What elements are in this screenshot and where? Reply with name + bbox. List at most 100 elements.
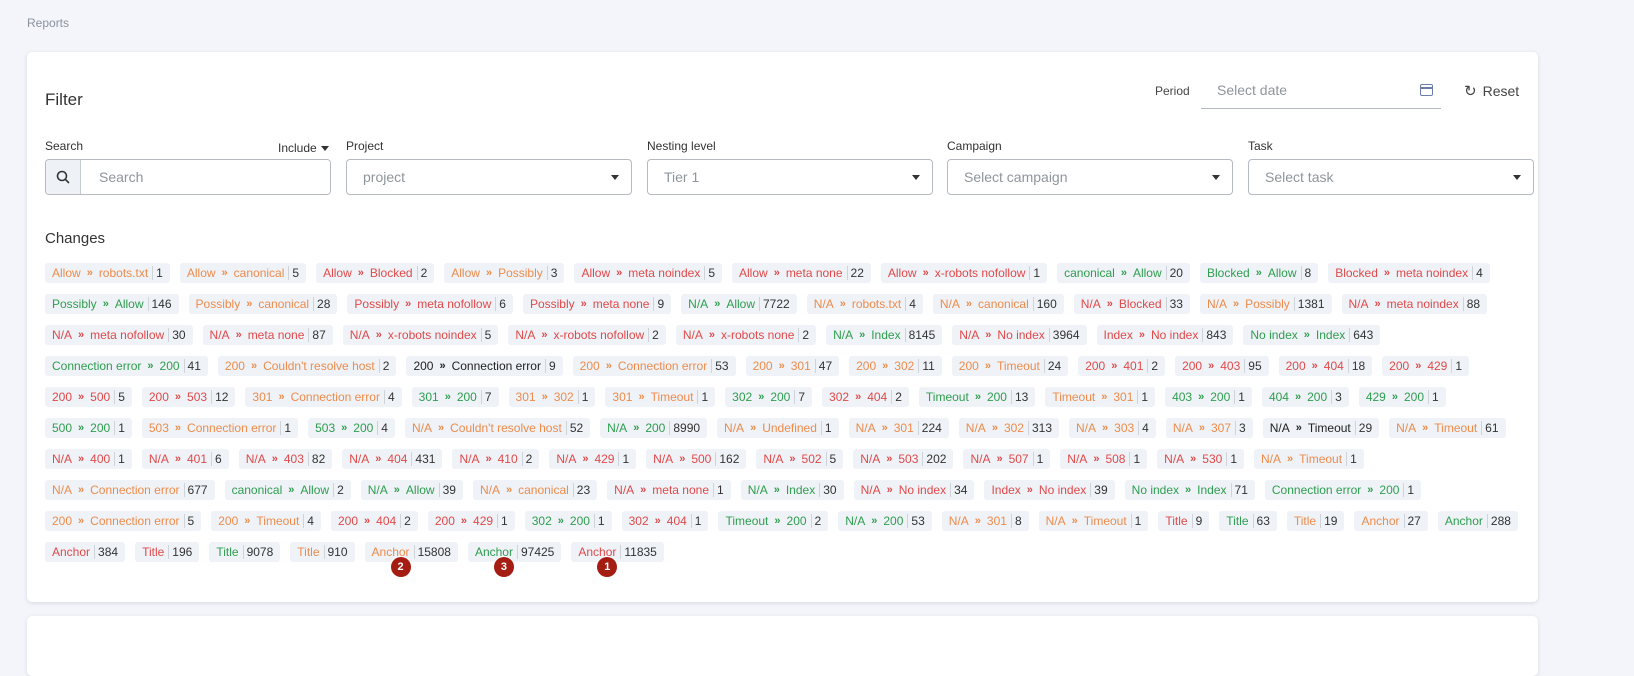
change-chip[interactable]: 301 » 302 1	[508, 387, 596, 407]
change-chip[interactable]: N/A » 507 1	[963, 449, 1051, 469]
change-chip[interactable]: 200 » Connection error 53	[572, 356, 736, 376]
change-chip[interactable]: Allow » meta noindex 5	[574, 263, 722, 283]
change-chip[interactable]: N/A » 400 1	[45, 449, 132, 469]
change-chip[interactable]: N/A » Index 8145	[826, 325, 943, 345]
change-chip[interactable]: N/A » Timeout 1	[1038, 511, 1149, 531]
change-chip[interactable]: Index » No index 39	[984, 480, 1115, 500]
change-chip[interactable]: canonical » Allow 20	[1057, 263, 1190, 283]
change-chip[interactable]: N/A » 503 202	[853, 449, 954, 469]
change-chip[interactable]: Blocked » meta noindex 4	[1328, 263, 1490, 283]
change-chip[interactable]: 503 » Connection error 1	[141, 418, 299, 438]
change-chip[interactable]: No index » Index 643	[1243, 325, 1381, 345]
change-chip[interactable]: 500 » 200 1	[45, 418, 132, 438]
change-chip[interactable]: N/A » Index 30	[740, 480, 844, 500]
nesting-level-select[interactable]: Tier 1	[647, 159, 933, 195]
change-chip[interactable]: N/A » Blocked 33	[1073, 294, 1190, 314]
change-chip[interactable]: 200 » 429 1	[427, 511, 515, 531]
change-chip[interactable]: N/A » 429 1	[549, 449, 637, 469]
change-chip[interactable]: N/A » canonical 160	[932, 294, 1064, 314]
change-chip[interactable]: N/A » 404 431	[342, 449, 443, 469]
change-chip[interactable]: 404 » 200 3	[1261, 387, 1349, 407]
change-chip[interactable]: N/A » 303 4	[1069, 418, 1156, 438]
change-chip[interactable]: N/A » Timeout 29	[1262, 418, 1380, 438]
change-chip[interactable]: 200 » 403 95	[1175, 356, 1269, 376]
change-chip[interactable]: 200 » 302 11	[849, 356, 942, 376]
change-chip[interactable]: Allow » canonical 5	[179, 263, 307, 283]
change-chip[interactable]: Anchor 97425 3	[467, 542, 562, 577]
change-chip[interactable]: Title 9	[1158, 511, 1210, 531]
change-chip[interactable]: 301 » Connection error 4	[245, 387, 402, 407]
change-chip[interactable]: 200 » Timeout 24	[951, 356, 1069, 376]
change-chip[interactable]: Anchor 11835 1	[571, 542, 664, 577]
change-chip[interactable]: N/A » 301 8	[941, 511, 1029, 531]
change-chip[interactable]: Title 19	[1286, 511, 1345, 531]
change-chip[interactable]: 302 » 404 2	[822, 387, 909, 407]
change-chip[interactable]: canonical » Allow 2	[224, 480, 351, 500]
change-chip[interactable]: N/A » 403 82	[238, 449, 333, 469]
change-chip[interactable]: N/A » 301 224	[848, 418, 949, 438]
change-chip[interactable]: N/A » 401 6	[141, 449, 229, 469]
change-chip[interactable]: 200 » 404 18	[1278, 356, 1373, 376]
change-chip[interactable]: 200 » 429 1	[1382, 356, 1470, 376]
change-chip[interactable]: Allow » Blocked 2	[316, 263, 435, 283]
change-chip[interactable]: Title 63	[1219, 511, 1277, 531]
change-chip[interactable]: 301 » 200 7	[411, 387, 499, 407]
change-chip[interactable]: Anchor 27	[1354, 511, 1428, 531]
change-chip[interactable]: N/A » meta noindex 88	[1341, 294, 1488, 314]
change-chip[interactable]: N/A » robots.txt 4	[806, 294, 923, 314]
change-chip[interactable]: Allow » x-robots nofollow 1	[880, 263, 1048, 283]
change-chip[interactable]: Timeout » 301 1	[1045, 387, 1156, 407]
change-chip[interactable]: 403 » 200 1	[1165, 387, 1252, 407]
change-chip[interactable]: N/A » Undefined 1	[717, 418, 839, 438]
change-chip[interactable]: N/A » Timeout 61	[1389, 418, 1506, 438]
change-chip[interactable]: Connection error » 200 41	[45, 356, 208, 376]
change-chip[interactable]: 200 » 301 47	[745, 356, 840, 376]
change-chip[interactable]: N/A » x-robots none 2	[675, 325, 817, 345]
change-chip[interactable]: Possibly » meta none 9	[522, 294, 672, 314]
change-chip[interactable]: N/A » x-robots noindex 5	[342, 325, 499, 345]
change-chip[interactable]: 200 » 404 2	[330, 511, 418, 531]
change-chip[interactable]: N/A » No index 3964	[952, 325, 1087, 345]
change-chip[interactable]: N/A » No index 34	[853, 480, 975, 500]
change-chip[interactable]: Possibly » canonical 28	[188, 294, 338, 314]
change-chip[interactable]: N/A » Allow 39	[360, 480, 463, 500]
breadcrumb[interactable]: Reports	[27, 16, 69, 30]
include-dropdown[interactable]: Include	[278, 141, 329, 155]
change-chip[interactable]: Timeout » 200 13	[918, 387, 1036, 407]
change-chip[interactable]: N/A » meta nofollow 30	[45, 325, 193, 345]
change-chip[interactable]: Allow » Possibly 3	[444, 263, 565, 283]
date-picker[interactable]: Select date	[1201, 74, 1441, 109]
change-chip[interactable]: Possibly » Allow 146	[45, 294, 179, 314]
change-chip[interactable]: N/A » 500 162	[646, 449, 747, 469]
change-chip[interactable]: N/A » 200 53	[838, 511, 932, 531]
change-chip[interactable]: 200 » 401 2	[1078, 356, 1166, 376]
change-chip[interactable]: N/A » 508 1	[1060, 449, 1148, 469]
change-chip[interactable]: N/A » Allow 7722	[681, 294, 797, 314]
calendar-icon[interactable]	[1420, 84, 1433, 96]
project-select[interactable]: project	[346, 159, 632, 195]
change-chip[interactable]: Title 9078	[209, 542, 281, 562]
change-chip[interactable]: Timeout » 200 2	[718, 511, 829, 531]
change-chip[interactable]: N/A » 302 313	[958, 418, 1059, 438]
change-chip[interactable]: Anchor 384	[45, 542, 126, 562]
change-chip[interactable]: 200 » 503 12	[141, 387, 236, 407]
change-chip[interactable]: N/A » Couldn't resolve host 52	[404, 418, 591, 438]
change-chip[interactable]: Blocked » Allow 8	[1199, 263, 1319, 283]
search-icon[interactable]	[46, 160, 81, 194]
reset-button[interactable]: ↻ Reset	[1464, 82, 1519, 100]
change-chip[interactable]: N/A » 530 1	[1157, 449, 1245, 469]
change-chip[interactable]: N/A » 200 8990	[600, 418, 708, 438]
change-chip[interactable]: 200 » 500 5	[45, 387, 132, 407]
change-chip[interactable]: 503 » 200 4	[308, 418, 395, 438]
change-chip[interactable]: Allow » robots.txt 1	[45, 263, 170, 283]
change-chip[interactable]: No index » Index 71	[1124, 480, 1255, 500]
change-chip[interactable]: N/A » canonical 23	[472, 480, 598, 500]
change-chip[interactable]: N/A » meta none 87	[202, 325, 333, 345]
change-chip[interactable]: 200 » Connection error 5	[45, 511, 202, 531]
change-chip[interactable]: 429 » 200 1	[1358, 387, 1446, 407]
change-chip[interactable]: N/A » Connection error 677	[45, 480, 215, 500]
change-chip[interactable]: Allow » meta none 22	[732, 263, 871, 283]
change-chip[interactable]: Index » No index 843	[1096, 325, 1234, 345]
change-chip[interactable]: 200 » Connection error 9	[406, 356, 563, 376]
change-chip[interactable]: 302 » 200 7	[725, 387, 813, 407]
